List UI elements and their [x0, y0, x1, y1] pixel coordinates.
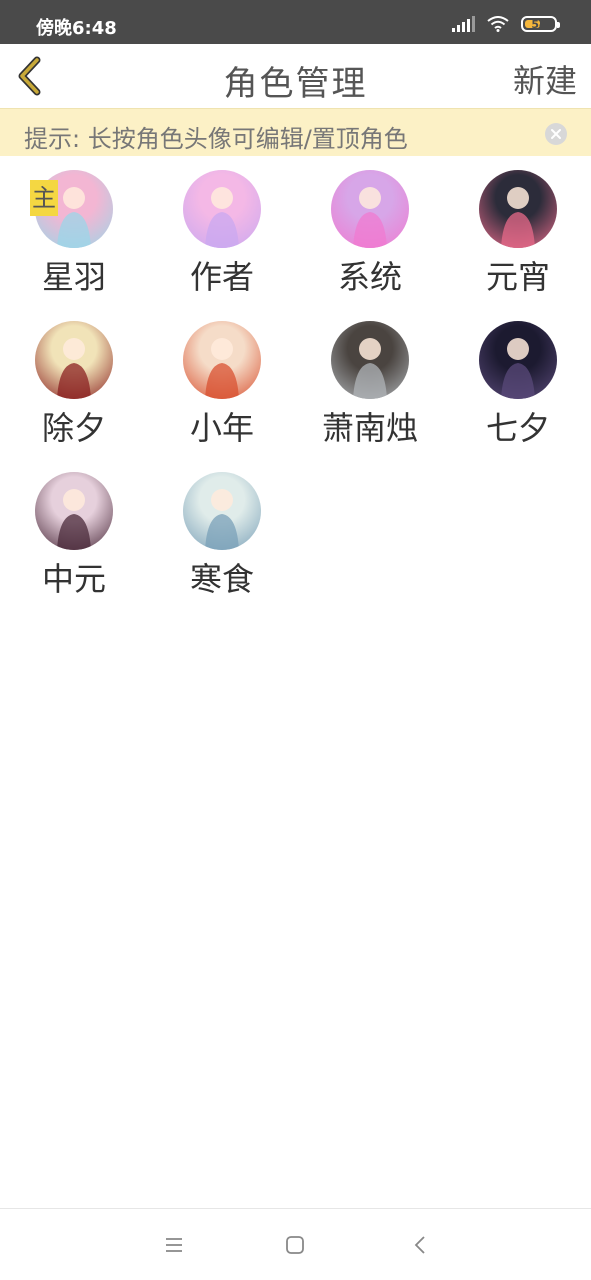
role-name: 小年: [189, 409, 254, 447]
role-name: 七夕: [485, 409, 550, 447]
role-avatar[interactable]: [331, 170, 409, 248]
header: 角色管理 新建: [0, 44, 591, 108]
home-icon[interactable]: [283, 1233, 307, 1257]
role-avatar[interactable]: [183, 472, 261, 550]
menu-icon[interactable]: [162, 1233, 186, 1257]
role-avatar[interactable]: [183, 321, 261, 399]
role-item[interactable]: 中元: [0, 470, 148, 610]
role-item[interactable]: 主星羽: [0, 168, 148, 308]
status-bar: 傍晚6:48 54: [0, 0, 591, 44]
role-item[interactable]: 元宵: [444, 168, 591, 308]
role-item[interactable]: 七夕: [444, 319, 591, 459]
status-icons: 54: [452, 14, 560, 34]
new-button[interactable]: 新建: [513, 56, 577, 102]
role-name: 元宵: [485, 258, 550, 296]
role-name: 系统: [337, 258, 402, 296]
tip-banner: 提示: 长按角色头像可编辑/置顶角色: [0, 108, 591, 156]
tip-text: 提示: 长按角色头像可编辑/置顶角色: [24, 125, 408, 153]
signal-icon: [452, 16, 475, 32]
battery-level: 54: [531, 17, 547, 31]
role-name: 寒食: [189, 560, 254, 598]
role-item[interactable]: 作者: [148, 168, 296, 308]
role-name: 萧南烛: [321, 409, 418, 447]
system-nav-bar: [0, 1208, 591, 1280]
role-item[interactable]: 除夕: [0, 319, 148, 459]
back-icon[interactable]: [408, 1233, 432, 1257]
role-avatar[interactable]: [35, 472, 113, 550]
status-time: 傍晚6:48: [36, 18, 117, 39]
role-name: 除夕: [41, 409, 106, 447]
role-avatar[interactable]: [331, 321, 409, 399]
role-item[interactable]: 寒食: [148, 470, 296, 610]
role-item[interactable]: 萧南烛: [296, 319, 444, 459]
role-name: 中元: [41, 560, 106, 598]
role-name: 星羽: [41, 258, 106, 296]
role-name: 作者: [189, 258, 254, 296]
role-avatar[interactable]: [183, 170, 261, 248]
battery-icon: 54: [521, 16, 560, 32]
role-avatar[interactable]: [479, 321, 557, 399]
close-icon[interactable]: [545, 123, 567, 145]
page-title: 角色管理: [223, 64, 368, 104]
role-item[interactable]: 系统: [296, 168, 444, 308]
role-avatar[interactable]: [35, 321, 113, 399]
main-role-badge: 主: [30, 180, 58, 216]
wifi-icon: [487, 16, 509, 32]
role-avatar[interactable]: [479, 170, 557, 248]
role-item[interactable]: 小年: [148, 319, 296, 459]
